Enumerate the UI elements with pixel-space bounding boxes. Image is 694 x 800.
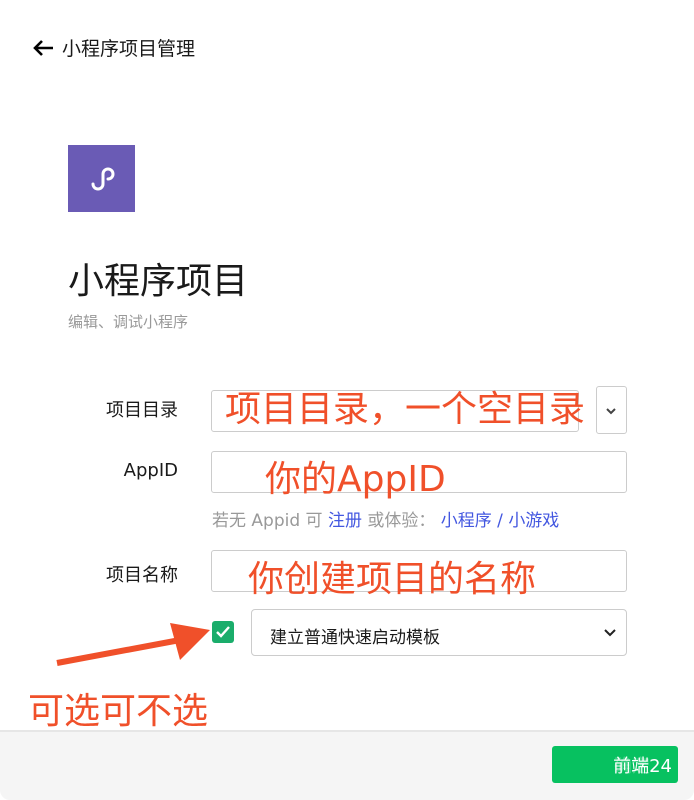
check-icon — [216, 626, 230, 638]
back-label: 小程序项目管理 — [62, 38, 196, 60]
arrow-left-icon — [33, 39, 53, 56]
arrow-annotation-icon — [56, 623, 210, 666]
dir-annotation: 项目目录，一个空目录 — [225, 389, 586, 430]
back-button[interactable]: 小程序项目管理 — [32, 34, 195, 61]
template-select-value: 建立普通快速启动模板 — [270, 628, 440, 648]
appid-annotation: 你的AppID — [265, 459, 446, 500]
confirm-button[interactable]: 确定 前端24 — [552, 746, 678, 783]
optional-annotation: 可选可不选 — [28, 691, 209, 732]
template-select[interactable]: 建立普通快速启动模板 — [251, 609, 627, 656]
dir-label: 项目目录 — [106, 400, 178, 421]
hint-text: 或体验： — [367, 511, 436, 531]
page-subtitle: 编辑、调试小程序 — [68, 313, 189, 331]
separator: / — [497, 511, 503, 531]
template-checkbox[interactable] — [212, 621, 234, 643]
miniprogram-logo-icon — [68, 145, 135, 212]
hint-text: 若无 Appid 可 — [212, 511, 323, 531]
appid-label: AppID — [123, 460, 178, 481]
watermark: 前端24 — [613, 755, 672, 777]
register-link[interactable]: 注册 — [328, 511, 362, 531]
dir-browse-button[interactable] — [596, 386, 627, 434]
create-project-window: 小程序项目管理 小程序项目 编辑、调试小程序 项目目录 项目目录，一个空目录 A… — [0, 0, 694, 800]
chevron-down-icon — [604, 629, 616, 637]
miniprogram-link[interactable]: 小程序 — [441, 511, 492, 531]
page-title: 小程序项目 — [68, 261, 249, 302]
appid-hint: 若无 Appid 可 注册 或体验： 小程序 / 小游戏 — [212, 506, 559, 531]
name-annotation: 你创建项目的名称 — [248, 559, 537, 600]
chevron-down-icon — [606, 408, 616, 415]
minigame-link[interactable]: 小游戏 — [508, 511, 559, 531]
name-label: 项目名称 — [106, 565, 178, 586]
